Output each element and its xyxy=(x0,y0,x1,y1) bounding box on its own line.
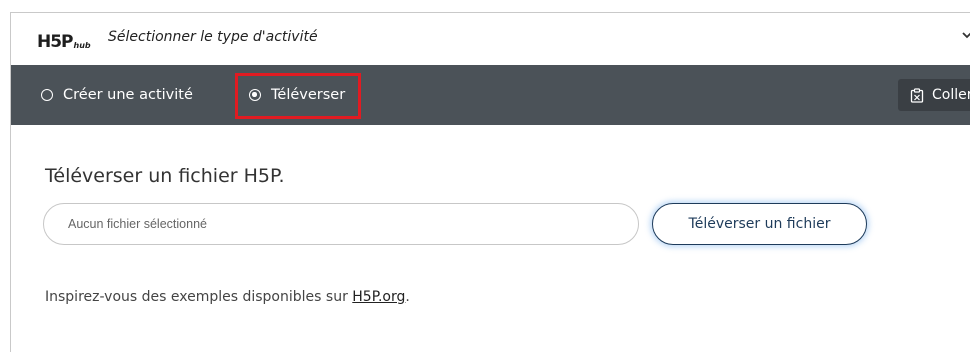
upload-file-button-label: Téléverser un fichier xyxy=(688,216,831,232)
logo-main-text: H5P xyxy=(37,32,74,52)
h5p-org-link[interactable]: H5P.org xyxy=(352,289,405,305)
tab-upload-label: Téléverser xyxy=(271,87,346,103)
tab-bar: Créer une activité Téléverser Coller xyxy=(11,65,970,125)
file-input-field[interactable]: Aucun fichier sélectionné xyxy=(43,203,639,245)
h5p-hub-panel: H5P hub Sélectionner le type d'activité … xyxy=(10,12,970,352)
upload-file-button[interactable]: Téléverser un fichier xyxy=(652,203,867,245)
inspire-suffix: . xyxy=(405,289,410,305)
logo-sub-text: hub xyxy=(73,41,91,50)
radio-unchecked-icon[interactable] xyxy=(41,89,53,101)
paste-button[interactable]: Coller xyxy=(898,79,970,111)
inspire-prefix: Inspirez-vous des exemples disponibles s… xyxy=(45,289,353,305)
h5p-hub-logo: H5P hub xyxy=(37,29,91,51)
clipboard-icon xyxy=(910,87,924,103)
inspire-text: Inspirez-vous des exemples disponibles s… xyxy=(45,289,410,305)
upload-title: Téléverser un fichier H5P. xyxy=(45,165,285,187)
radio-checked-icon[interactable] xyxy=(249,89,261,101)
file-input-placeholder: Aucun fichier sélectionné xyxy=(68,217,207,231)
hub-header[interactable]: H5P hub Sélectionner le type d'activité xyxy=(11,13,970,66)
tab-create-label: Créer une activité xyxy=(63,87,193,103)
tab-upload[interactable]: Téléverser xyxy=(249,65,345,125)
paste-button-label: Coller xyxy=(932,87,970,103)
header-title: Sélectionner le type d'activité xyxy=(108,29,318,45)
chevron-down-icon[interactable] xyxy=(962,30,970,40)
tab-create-activity[interactable]: Créer une activité xyxy=(41,65,193,125)
